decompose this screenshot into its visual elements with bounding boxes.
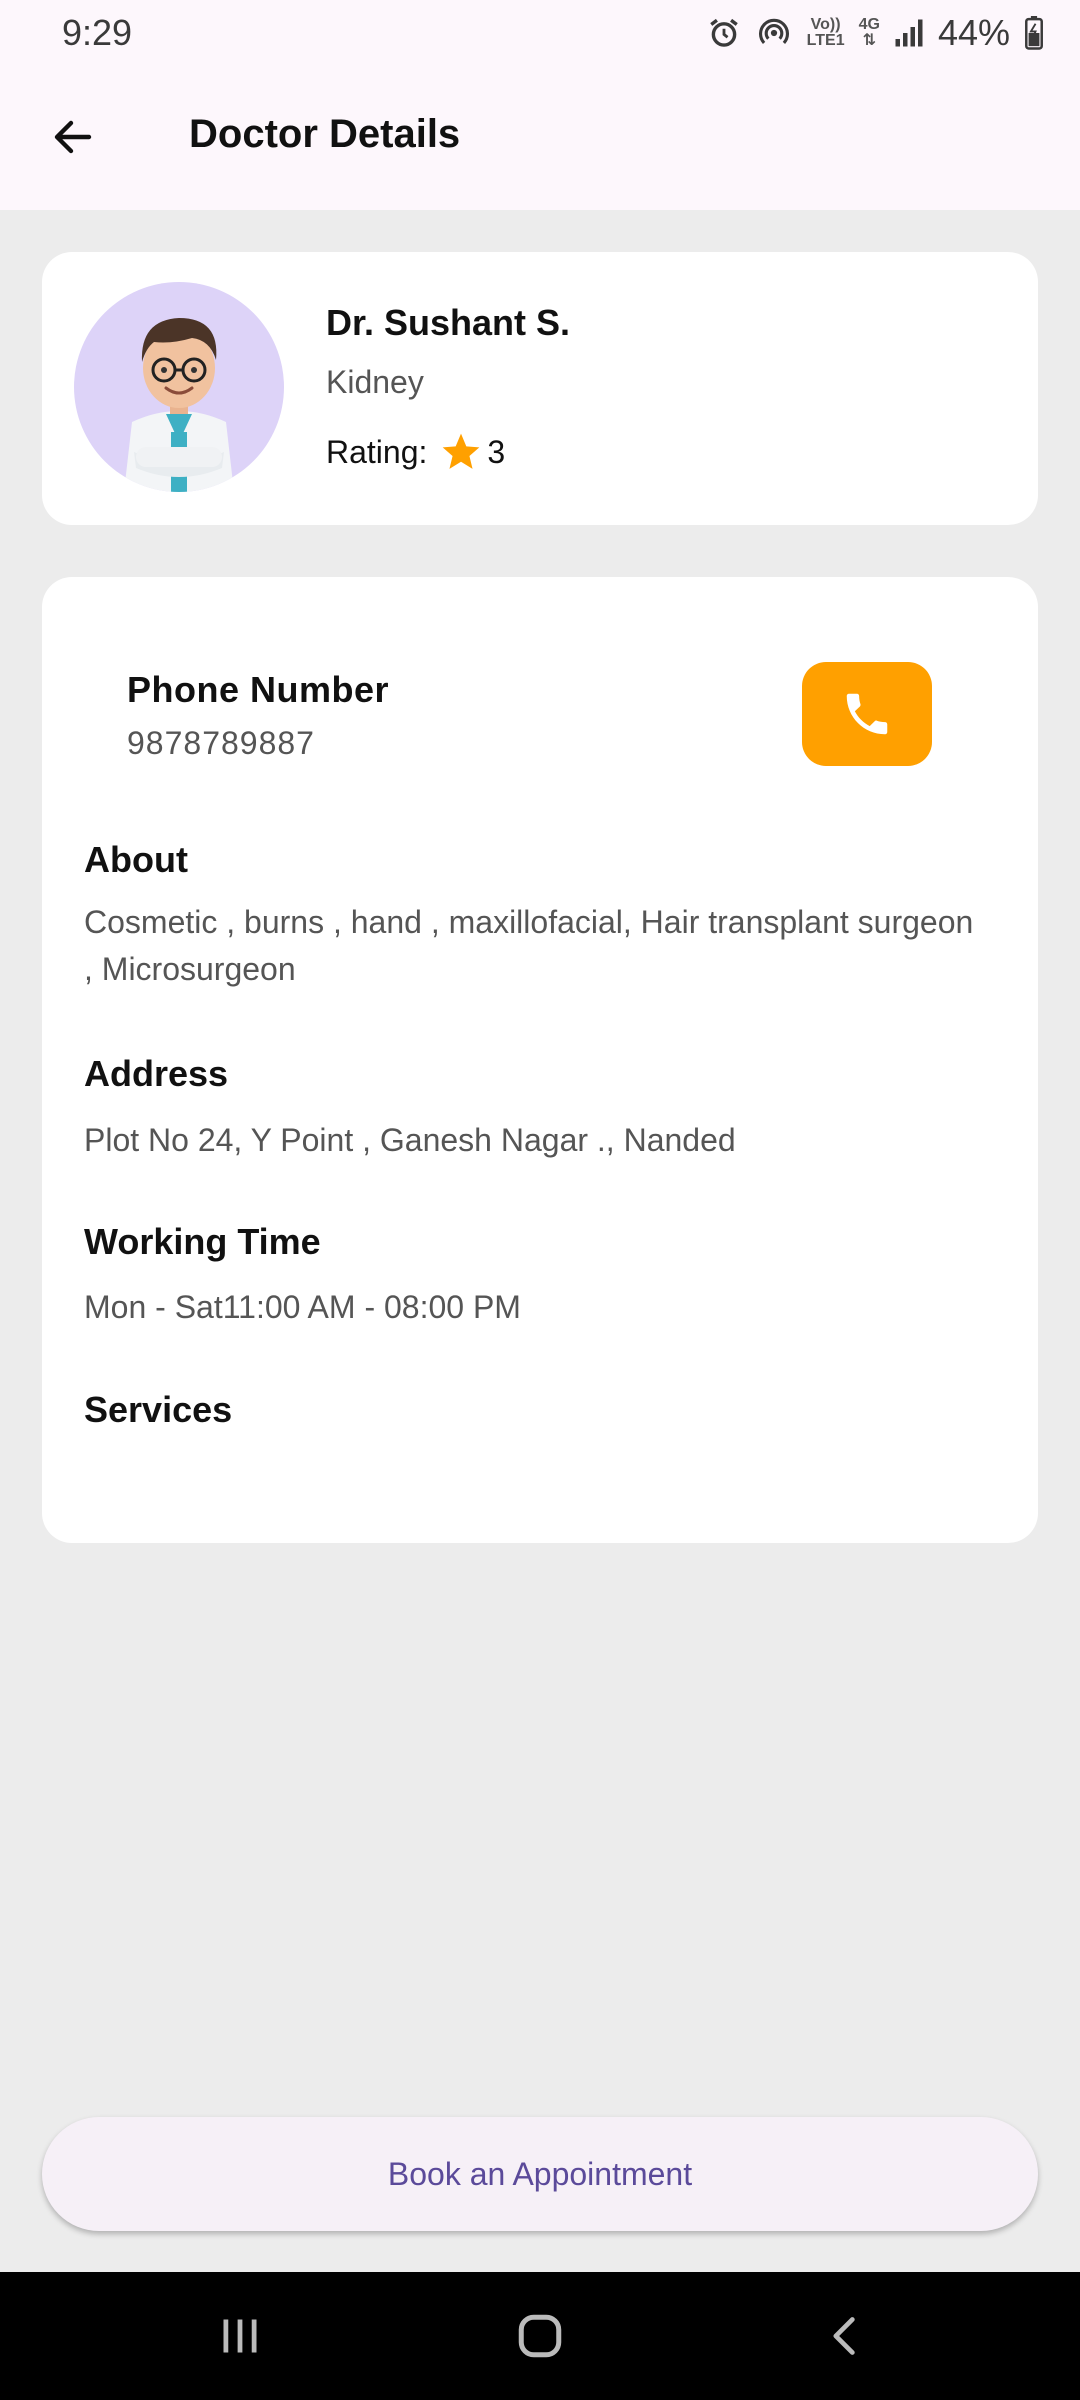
- status-icons: Vo)) LTE1 4G ⇅ 44%: [707, 12, 1044, 54]
- phone-number: 9878789887: [127, 725, 315, 761]
- page-title: Doctor Details: [189, 112, 461, 156]
- recents-icon: [223, 2319, 257, 2353]
- home-button[interactable]: [510, 2308, 570, 2364]
- battery-percent: 44%: [937, 12, 1010, 53]
- address-text: Plot No 24, Y Point , Ganesh Nagar ., Na…: [84, 1122, 736, 1158]
- book-appointment-button[interactable]: Book an Appointment: [42, 2117, 1038, 2231]
- doctor-profile-card: Dr. Sushant S. Kidney Rating: 3: [42, 252, 1038, 525]
- about-title: About: [84, 839, 188, 880]
- doctor-name: Dr. Sushant S.: [326, 302, 571, 343]
- battery-icon: [1025, 16, 1043, 50]
- services-title: Services: [84, 1389, 233, 1430]
- mobile-data-indicator: 4G ⇅: [858, 16, 880, 49]
- rating-label: Rating:: [326, 433, 428, 470]
- working-time-title: Working Time: [84, 1221, 321, 1262]
- status-time: 9:29: [62, 12, 133, 53]
- app-bar: Doctor Details: [0, 66, 1080, 210]
- hotspot-icon: [758, 18, 789, 44]
- home-icon: [518, 2314, 562, 2358]
- rating-row: Rating: 3: [326, 430, 505, 474]
- alarm-icon: [709, 18, 738, 47]
- phone-label: Phone Number: [127, 669, 390, 710]
- doctor-illustration: [124, 318, 234, 492]
- network-label: Vo)) LTE1: [806, 16, 845, 49]
- recents-button[interactable]: [210, 2308, 270, 2364]
- system-nav-bar: [0, 2272, 1080, 2400]
- chevron-left-icon: [833, 2317, 855, 2355]
- back-nav-button[interactable]: [815, 2308, 875, 2364]
- about-text: Cosmetic , burns , hand , maxillofacial,…: [84, 904, 974, 987]
- call-button[interactable]: [802, 662, 932, 766]
- arrow-left-icon: [54, 120, 92, 154]
- status-bar: 9:29 Vo)) LTE1 4G ⇅ 44%: [0, 0, 1080, 66]
- working-time-text: Mon - Sat11:00 AM - 08:00 PM: [84, 1289, 521, 1325]
- doctor-details-card: Phone Number 9878789887 About Cosmetic ,…: [42, 577, 1038, 1543]
- star-icon: [443, 433, 480, 469]
- rating-value: 3: [487, 433, 506, 470]
- back-button[interactable]: [40, 104, 106, 170]
- phone-icon: [846, 693, 888, 735]
- doctor-specialty: Kidney: [326, 364, 424, 400]
- address-title: Address: [84, 1053, 229, 1094]
- doctor-avatar: [74, 282, 284, 492]
- signal-icon: [895, 19, 923, 47]
